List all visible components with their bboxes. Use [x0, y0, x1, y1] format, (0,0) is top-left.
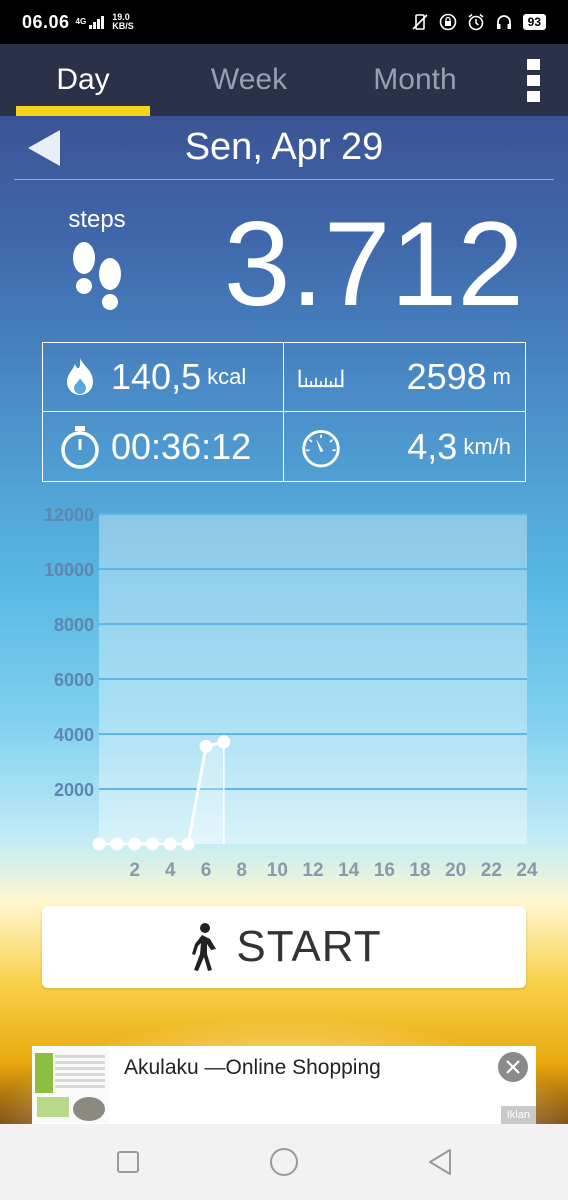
tab-week[interactable]: Week [166, 44, 332, 116]
alarm-icon [468, 13, 484, 31]
duration-value: 00:36:12 [111, 425, 252, 467]
back-button[interactable] [410, 1132, 470, 1192]
start-button-label: START [236, 922, 382, 971]
menu-dot [526, 58, 540, 70]
back-icon [429, 1149, 451, 1175]
steps-label: steps [68, 206, 126, 233]
overflow-menu-button[interactable] [498, 44, 568, 116]
ad-badge: Iklan [500, 1106, 536, 1124]
chart-x-tick-label: 20 [445, 860, 466, 881]
speed-unit: km/h [463, 433, 511, 459]
chart-x-tick-label: 6 [201, 860, 212, 881]
chart-y-tick-label: 2000 [54, 780, 94, 800]
main-content: Sen, Apr 29 steps 3.712 140,5 kcal 2598 … [0, 116, 568, 1200]
speedometer-icon [298, 424, 344, 470]
chart-point [110, 837, 124, 851]
status-bar: 06.06 4G 19.0 KB/S 93 [0, 0, 568, 44]
chart-y-tick-label: 10000 [44, 560, 94, 580]
tab-day[interactable]: Day [0, 44, 166, 116]
flame-icon [57, 354, 103, 400]
tab-bar: Day Week Month [0, 44, 568, 116]
distance-value: 2598 [406, 356, 487, 397]
lock-icon [439, 13, 456, 31]
speed-value: 4,3 [407, 425, 458, 467]
chart-point [92, 837, 106, 851]
walking-person-icon [192, 923, 217, 971]
chart-x-tick-label: 4 [165, 860, 176, 881]
chart-y-tick-label: 8000 [54, 615, 94, 635]
close-icon [506, 1060, 520, 1074]
chart-point [217, 735, 231, 749]
previous-day-button[interactable] [14, 116, 74, 180]
battery-level: 93 [522, 14, 546, 30]
chart-x-tick-label: 2 [129, 860, 140, 881]
footprints-icon [73, 242, 121, 310]
tab-month[interactable]: Month [332, 44, 498, 116]
chart-x-tick-label: 24 [516, 860, 538, 881]
signal-icon [89, 16, 105, 29]
recents-icon [117, 1151, 139, 1173]
headphones-icon [496, 15, 511, 29]
calories-stat: 140,5 kcal [43, 343, 284, 412]
ruler-icon [298, 354, 344, 400]
home-button[interactable] [254, 1132, 314, 1192]
chart-x-tick-label: 10 [267, 860, 288, 881]
chart-y-tick-label: 4000 [54, 725, 94, 745]
chart-point [181, 837, 195, 851]
net-speed: 19.0 KB/S [112, 13, 134, 31]
net-speed-unit: KB/S [112, 21, 134, 31]
ad-close-button[interactable] [498, 1052, 528, 1082]
back-arrow-icon [28, 129, 60, 166]
date-title: Sen, Apr 29 [184, 126, 384, 168]
chart-point [146, 837, 159, 851]
stats-grid: 140,5 kcal 2598 m 00:36:12 4,3 km/h [42, 342, 526, 482]
steps-label-block: steps [42, 206, 152, 322]
start-button[interactable]: START [42, 906, 526, 988]
chart-y-tick-label: 6000 [54, 670, 94, 690]
vibrate-icon [412, 14, 428, 30]
network-type: 4G [75, 17, 87, 26]
chart-x-tick-label: 16 [374, 860, 395, 881]
date-header: Sen, Apr 29 [14, 116, 554, 180]
menu-dot [526, 90, 540, 102]
calories-unit: kcal [207, 364, 247, 389]
chart-x-tick-label: 8 [236, 860, 247, 881]
chart-x-tick-label: 18 [409, 860, 430, 881]
chart-point [128, 837, 142, 851]
calories-value: 140,5 [111, 356, 202, 397]
speed-stat: 4,3 km/h [284, 412, 525, 481]
ad-title: Akulaku —Online Shopping [124, 1056, 381, 1079]
chart-point [163, 837, 177, 851]
steps-chart: 200040006000800010000120002 4 6 8 10 12 14 16 18… [44, 506, 538, 881]
status-icons: 93 [411, 13, 546, 31]
distance-unit: m [492, 364, 511, 389]
duration-stat: 00:36:12 [43, 412, 284, 481]
steps-count: 3.712 [223, 197, 524, 331]
chart-x-tick-label: 22 [481, 860, 502, 881]
distance-stat: 2598 m [284, 343, 525, 412]
chart-x-tick-label: 14 [338, 860, 360, 881]
chart-point [199, 739, 213, 753]
menu-dot [526, 74, 540, 86]
stopwatch-icon [57, 424, 103, 470]
status-time: 06.06 [22, 11, 70, 32]
chart-y-tick-label: 12000 [44, 506, 94, 525]
ad-thumbnail [33, 1047, 109, 1123]
network-indicator: 4G 19.0 KB/S [76, 13, 134, 31]
chart-x-tick-label: 12 [302, 860, 323, 881]
recents-button[interactable] [98, 1132, 158, 1192]
ad-banner[interactable]: Akulaku —Online Shopping Iklan [32, 1046, 536, 1124]
system-nav-bar [0, 1124, 568, 1200]
home-icon [270, 1148, 298, 1176]
